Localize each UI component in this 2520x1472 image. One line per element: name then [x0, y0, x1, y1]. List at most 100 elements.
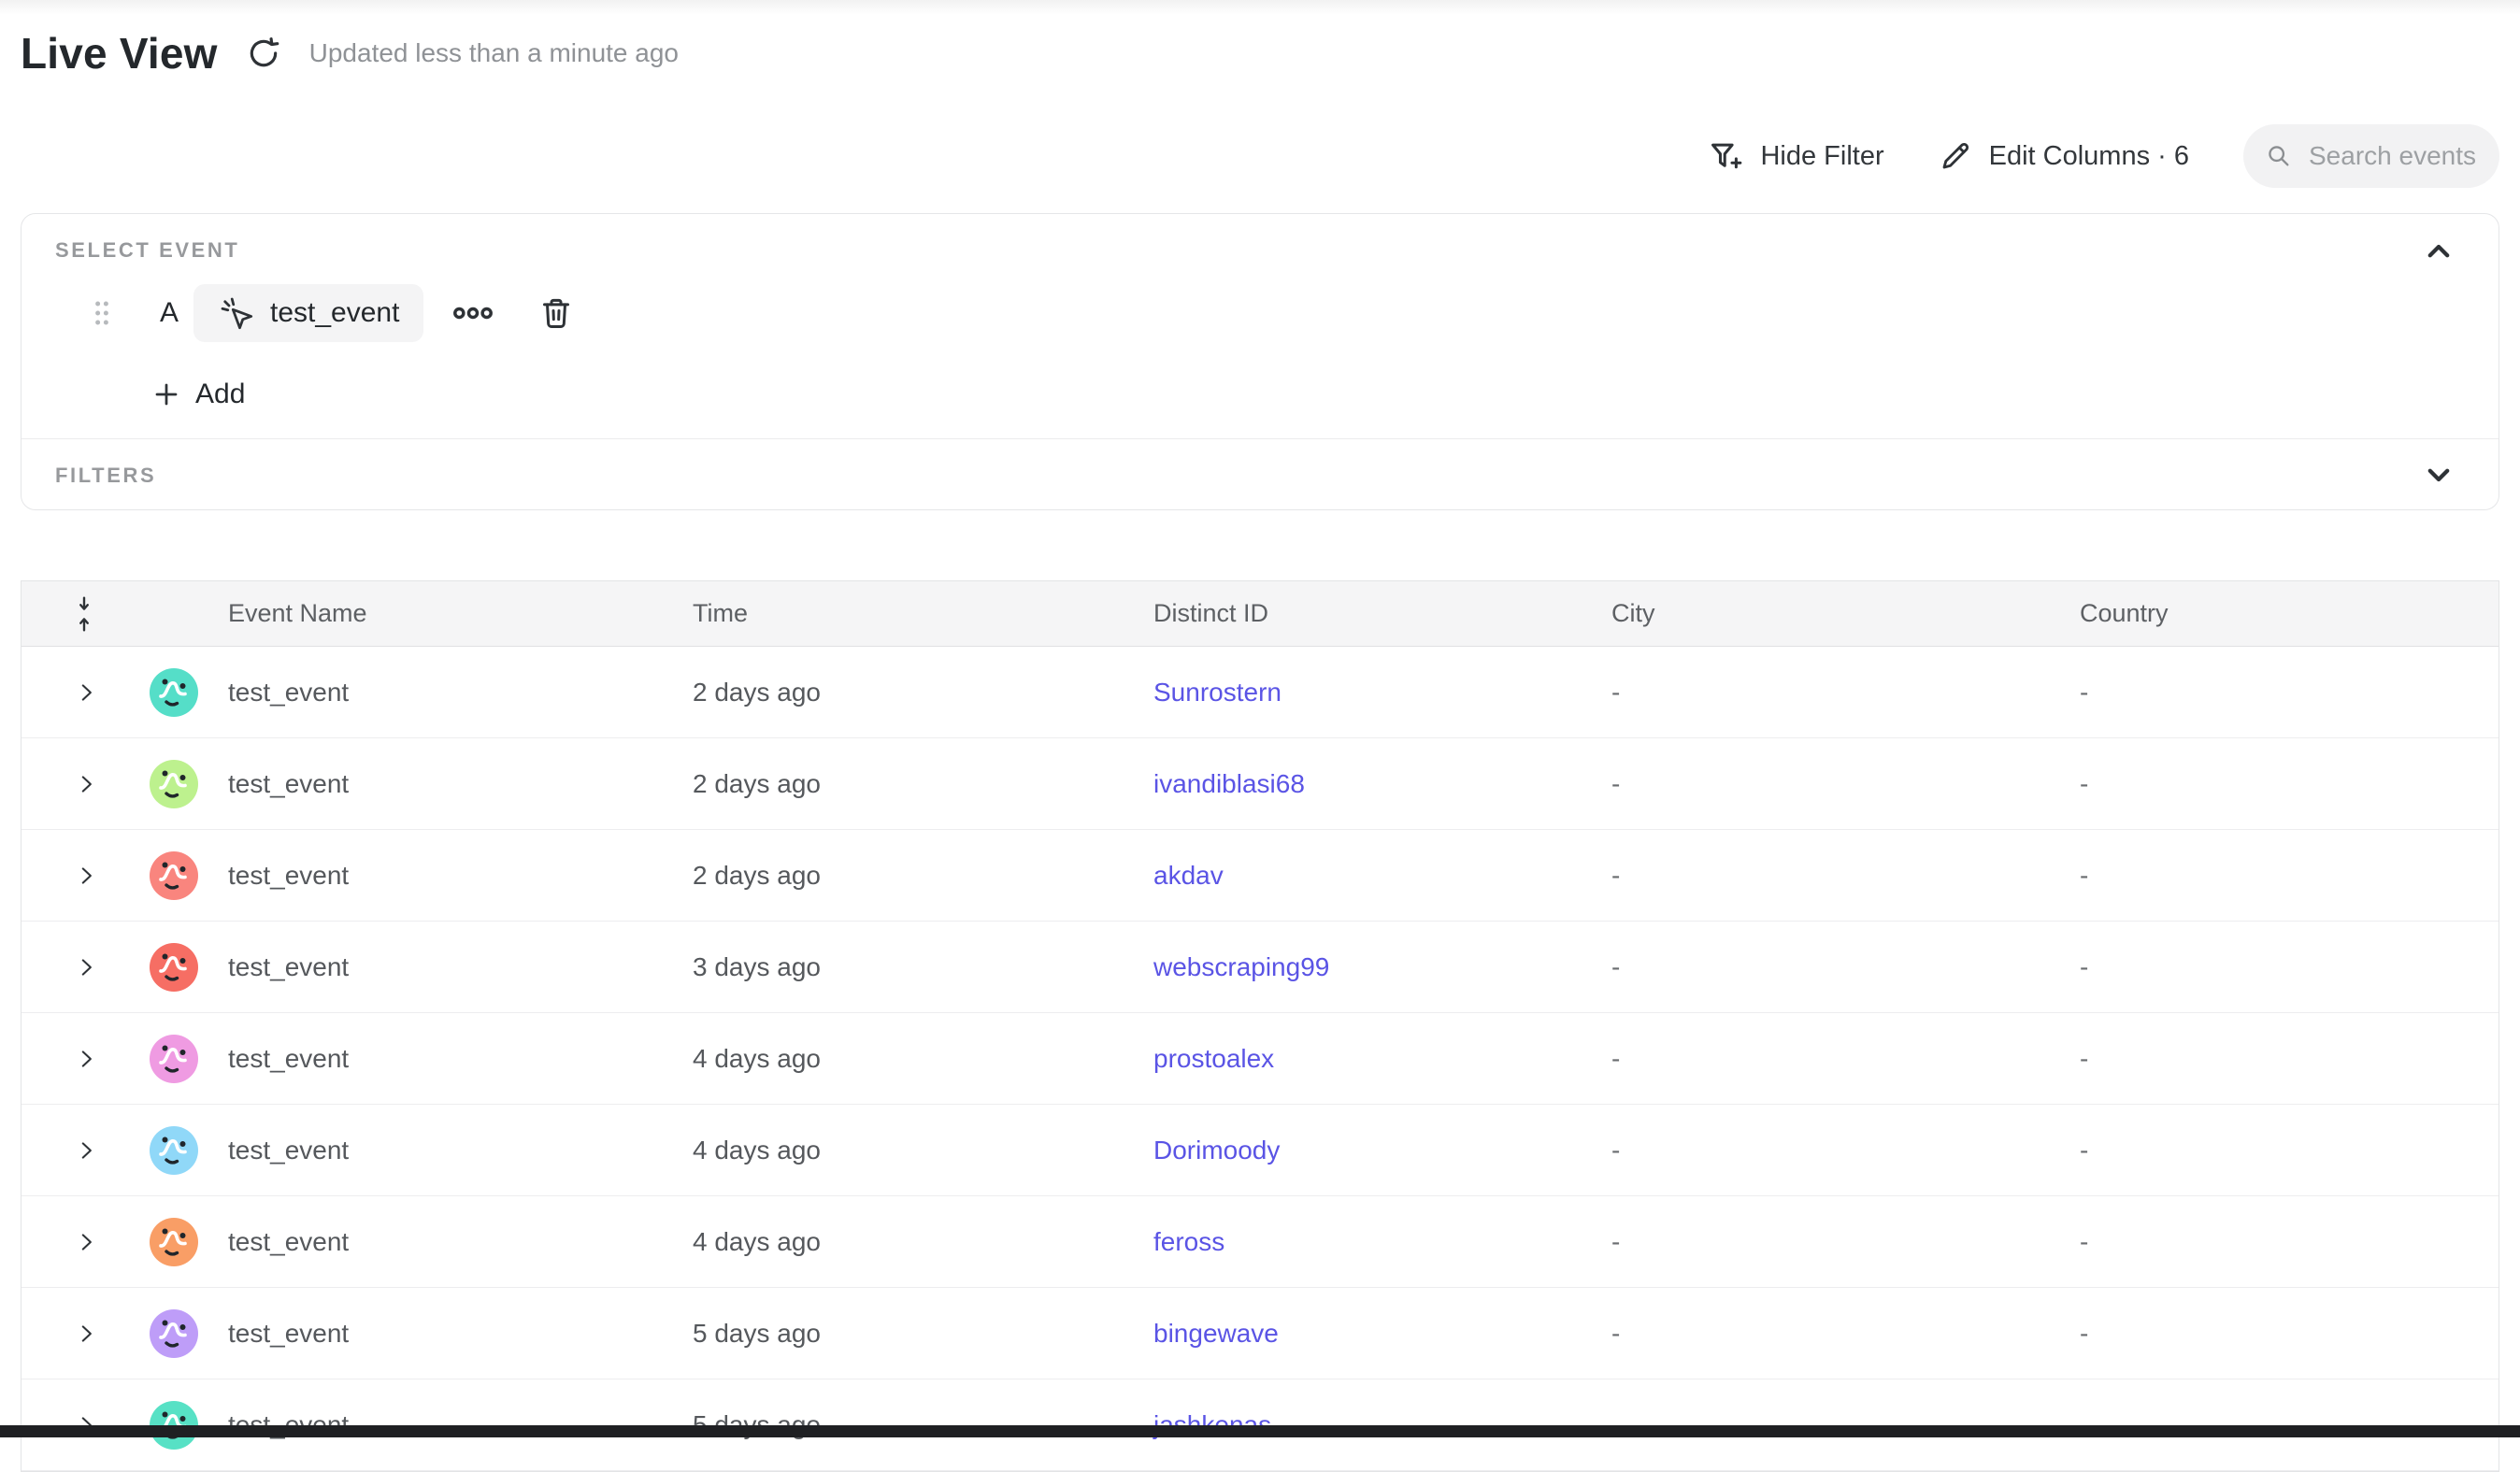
country-cell: -	[2059, 769, 2499, 799]
avatar	[150, 943, 198, 992]
event-chip-label: test_event	[270, 297, 399, 329]
chevron-right-icon	[74, 1322, 98, 1346]
distinct-id-link[interactable]: prostoalex	[1153, 1044, 1274, 1073]
cursor-click-icon	[218, 294, 255, 332]
collapse-section-button[interactable]	[2420, 233, 2457, 270]
filters-label: FILTERS	[55, 464, 156, 488]
updated-status: Updated less than a minute ago	[309, 38, 679, 68]
avatar	[150, 851, 198, 900]
event-name-cell: test_event	[208, 861, 672, 891]
row-expander[interactable]	[21, 955, 114, 979]
avatar	[150, 760, 198, 808]
row-expander[interactable]	[21, 772, 114, 796]
avatar-cell	[114, 851, 208, 900]
event-name-cell: test_event	[208, 769, 672, 799]
chevron-down-icon	[2423, 459, 2455, 491]
chevron-right-icon	[74, 1138, 98, 1163]
chevron-up-icon	[2423, 236, 2455, 267]
event-name-cell: test_event	[208, 952, 672, 982]
row-expander[interactable]	[21, 1322, 114, 1346]
search-input[interactable]	[2309, 141, 2477, 171]
city-cell: -	[1591, 1136, 2059, 1165]
distinct-id-link[interactable]: akdav	[1153, 861, 1224, 890]
avatar	[150, 1218, 198, 1266]
distinct-id-link[interactable]: webscraping99	[1153, 952, 1329, 981]
hide-filter-button[interactable]: Hide Filter	[1708, 138, 1883, 174]
avatar-cell	[114, 1126, 208, 1175]
header-event-name: Event Name	[208, 599, 672, 628]
delete-event-button[interactable]	[537, 293, 575, 333]
distinct-id-link[interactable]: Sunrostern	[1153, 678, 1281, 707]
header-country: Country	[2059, 599, 2499, 628]
table-row: test_event 4 days ago feross - -	[21, 1196, 2499, 1288]
avatar	[150, 1309, 198, 1358]
country-cell: -	[2059, 1227, 2499, 1257]
chevron-right-icon	[74, 1230, 98, 1254]
search-box[interactable]	[2243, 124, 2499, 188]
row-expander[interactable]	[21, 864, 114, 888]
plus-icon	[152, 380, 180, 408]
collapse-rows-button[interactable]	[21, 593, 114, 635]
toolbar: Hide Filter Edit Columns · 6	[1708, 123, 2499, 189]
distinct-id-link[interactable]: bingewave	[1153, 1319, 1279, 1348]
time-cell: 5 days ago	[672, 1319, 1133, 1349]
table-row: test_event 2 days ago Sunrostern - -	[21, 647, 2499, 738]
event-name-cell: test_event	[208, 678, 672, 707]
chevron-right-icon	[74, 955, 98, 979]
time-cell: 2 days ago	[672, 861, 1133, 891]
avatar	[150, 1035, 198, 1083]
header-distinct-id: Distinct ID	[1133, 599, 1591, 628]
header-city: City	[1591, 599, 2059, 628]
event-selector-chip[interactable]: test_event	[193, 284, 423, 342]
row-expander[interactable]	[21, 1230, 114, 1254]
ellipsis-icon	[451, 306, 494, 321]
drag-handle-icon	[93, 299, 111, 327]
table-row: test_event 2 days ago akdav - -	[21, 830, 2499, 922]
refresh-icon	[246, 36, 281, 71]
time-cell: 2 days ago	[672, 678, 1133, 707]
distinct-id-link[interactable]: ivandiblasi68	[1153, 769, 1305, 798]
time-cell: 3 days ago	[672, 952, 1133, 982]
row-expander[interactable]	[21, 680, 114, 705]
table-row: test_event 5 days ago bingewave - -	[21, 1288, 2499, 1379]
distinct-id-link[interactable]: feross	[1153, 1227, 1224, 1256]
chevron-right-icon	[74, 772, 98, 796]
expand-filters-button[interactable]	[2420, 456, 2457, 493]
country-cell: -	[2059, 861, 2499, 891]
city-cell: -	[1591, 769, 2059, 799]
avatar	[150, 668, 198, 717]
row-expander[interactable]	[21, 1047, 114, 1071]
event-options-button[interactable]	[451, 306, 494, 321]
refresh-button[interactable]	[244, 34, 283, 73]
filters-section-header[interactable]: FILTERS	[21, 439, 2499, 510]
bottom-bar	[0, 1425, 2520, 1437]
row-expander[interactable]	[21, 1138, 114, 1163]
edit-columns-button[interactable]: Edit Columns · 6	[1939, 139, 2189, 173]
time-cell: 4 days ago	[672, 1227, 1133, 1257]
event-name-cell: test_event	[208, 1227, 672, 1257]
query-builder-panel: SELECT EVENT A test_event	[21, 213, 2499, 510]
avatar	[150, 1126, 198, 1175]
table-row: test_event 4 days ago prostoalex - -	[21, 1013, 2499, 1105]
avatar-cell	[114, 1218, 208, 1266]
trash-icon	[537, 293, 575, 333]
add-event-label: Add	[195, 379, 245, 410]
pencil-icon	[1939, 139, 1972, 173]
distinct-id-link[interactable]: Dorimoody	[1153, 1136, 1280, 1165]
filter-plus-icon	[1708, 138, 1743, 174]
avatar-cell	[114, 760, 208, 808]
add-event-button[interactable]: Add	[152, 371, 245, 418]
table-row: test_event 4 days ago Dorimoody - -	[21, 1105, 2499, 1196]
header-time: Time	[672, 599, 1133, 628]
time-cell: 4 days ago	[672, 1044, 1133, 1074]
table-row: test_event 3 days ago webscraping99 - -	[21, 922, 2499, 1013]
table-body: test_event 2 days ago Sunrostern - - tes…	[21, 647, 2499, 1471]
city-cell: -	[1591, 861, 2059, 891]
page-title: Live View	[21, 28, 218, 79]
city-cell: -	[1591, 1227, 2059, 1257]
country-cell: -	[2059, 1319, 2499, 1349]
city-cell: -	[1591, 1044, 2059, 1074]
country-cell: -	[2059, 952, 2499, 982]
country-cell: -	[2059, 678, 2499, 707]
drag-handle[interactable]	[93, 299, 111, 327]
